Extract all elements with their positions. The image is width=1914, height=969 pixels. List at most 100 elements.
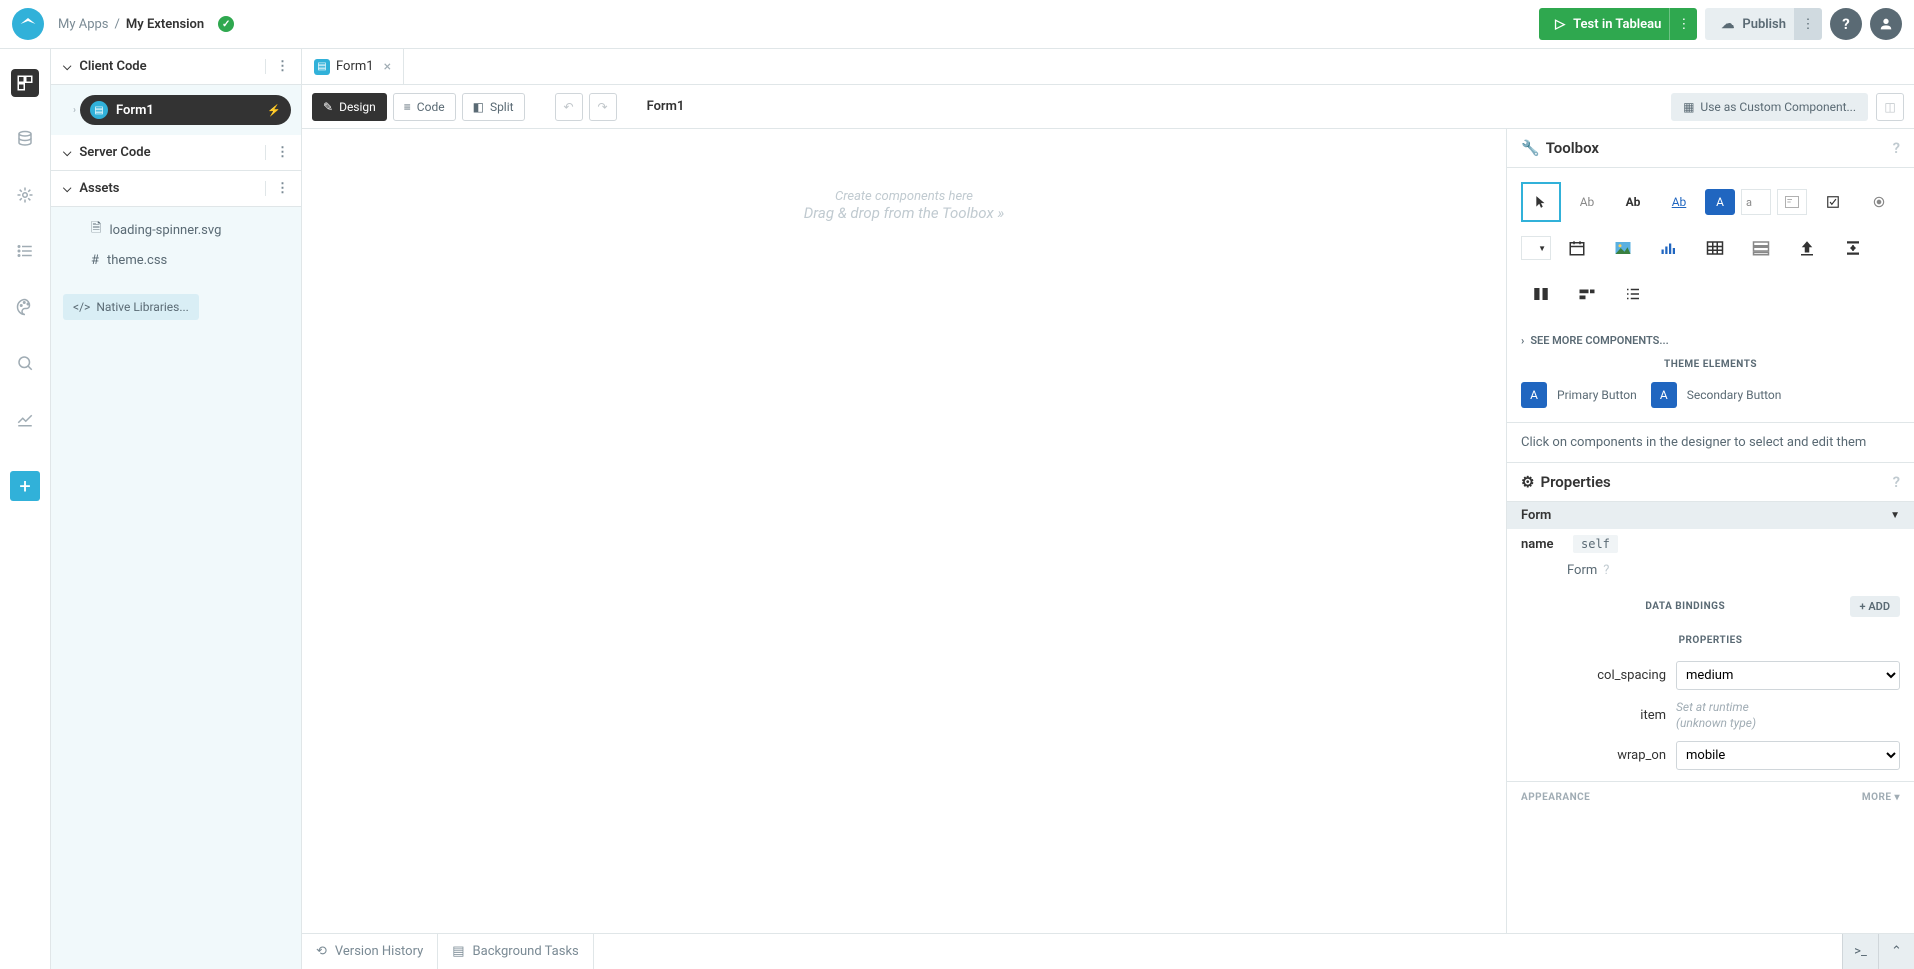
- app-logo[interactable]: [12, 8, 44, 40]
- redo-button[interactable]: ↷: [589, 93, 617, 121]
- help-icon[interactable]: ?: [1893, 139, 1900, 157]
- theme-secondary-button[interactable]: A Secondary Button: [1651, 382, 1782, 408]
- form-icon: ▤: [90, 101, 108, 119]
- publish-button[interactable]: ☁ Publish: [1705, 8, 1802, 40]
- console-button[interactable]: >_: [1842, 934, 1878, 969]
- chevron-down-icon: ⌵: [63, 60, 71, 74]
- tool-column-panel[interactable]: [1521, 274, 1561, 314]
- form-type-label: Form ?: [1507, 559, 1914, 588]
- col-spacing-label: col_spacing: [1521, 668, 1666, 683]
- tool-checkbox[interactable]: [1813, 182, 1853, 222]
- more-icon[interactable]: ⋮: [265, 145, 289, 160]
- rail-chart-icon[interactable]: [11, 405, 39, 433]
- tool-button[interactable]: A: [1705, 189, 1735, 215]
- prop-name-value[interactable]: self: [1573, 535, 1618, 553]
- background-tasks-button[interactable]: ▤ Background Tasks: [438, 934, 594, 969]
- assets-header[interactable]: ⌵ Assets ⋮: [51, 171, 301, 207]
- tool-label-bold[interactable]: Ab: [1613, 182, 1653, 222]
- appearance-more-button[interactable]: MORE ▾: [1862, 792, 1900, 803]
- split-mode-button[interactable]: ◧ Split: [462, 93, 525, 121]
- canvas-placeholder: Create components here Drag & drop from …: [302, 189, 1506, 222]
- breadcrumb-current[interactable]: My Extension: [126, 17, 204, 32]
- version-history-button[interactable]: ⟲ Version History: [302, 934, 438, 969]
- toolbox-info-text: Click on components in the designer to s…: [1507, 422, 1914, 462]
- wrap-on-label: wrap_on: [1521, 748, 1666, 763]
- help-button[interactable]: ?: [1830, 8, 1862, 40]
- tool-repeating-panel[interactable]: [1741, 228, 1781, 268]
- toolbox-header: 🔧 Toolbox ?: [1507, 129, 1914, 168]
- breadcrumb-separator: /: [115, 17, 120, 32]
- code-mode-button[interactable]: ≡ Code: [393, 93, 456, 121]
- appearance-header: APPEARANCE: [1521, 792, 1590, 803]
- properties-header: ⚙ Properties ?: [1507, 462, 1914, 502]
- rail-app-browser-icon[interactable]: [11, 69, 39, 97]
- chevron-right-icon: ›: [1521, 334, 1524, 347]
- client-code-header[interactable]: ⌵ Client Code ⋮: [51, 49, 301, 85]
- tool-datagrid[interactable]: [1695, 228, 1735, 268]
- chevron-down-icon: ⌵: [63, 146, 71, 160]
- account-button[interactable]: [1870, 8, 1902, 40]
- design-mode-button[interactable]: ✎ Design: [312, 93, 387, 121]
- rail-settings-icon[interactable]: [11, 181, 39, 209]
- native-libraries-button[interactable]: </> Native Libraries...: [63, 294, 199, 320]
- rail-list-icon[interactable]: [11, 237, 39, 265]
- theme-elements-header: THEME ELEMENTS: [1507, 353, 1914, 376]
- add-data-binding-button[interactable]: + ADD: [1850, 596, 1900, 617]
- test-in-tableau-button[interactable]: ▷ Test in Tableau: [1539, 8, 1677, 40]
- caret-down-icon: ▼: [1890, 510, 1900, 521]
- undo-button[interactable]: ↶: [555, 93, 583, 121]
- rail-database-icon[interactable]: [11, 125, 39, 153]
- design-canvas[interactable]: Create components here Drag & drop from …: [302, 129, 1506, 969]
- theme-primary-button[interactable]: A Primary Button: [1521, 382, 1637, 408]
- rail-add-button[interactable]: +: [10, 471, 40, 501]
- tool-plot[interactable]: [1649, 228, 1689, 268]
- tree-item-form1[interactable]: ▤ Form1 ⚡: [80, 95, 291, 125]
- rail-theme-icon[interactable]: [11, 293, 39, 321]
- help-icon[interactable]: ?: [1603, 563, 1609, 578]
- asset-theme-css[interactable]: # theme.css: [51, 247, 301, 274]
- wrap-on-select[interactable]: mobile: [1676, 741, 1900, 770]
- tool-link[interactable]: Ab: [1659, 182, 1699, 222]
- tool-radio[interactable]: [1859, 182, 1899, 222]
- server-code-header[interactable]: ⌵ Server Code ⋮: [51, 135, 301, 171]
- tool-textarea[interactable]: [1777, 189, 1807, 215]
- tool-image[interactable]: [1603, 228, 1643, 268]
- rail-search-icon[interactable]: [11, 349, 39, 377]
- tool-spacer[interactable]: [1833, 228, 1873, 268]
- close-icon[interactable]: ×: [384, 59, 391, 75]
- collapse-button[interactable]: ⌃: [1878, 934, 1914, 969]
- tool-pointer[interactable]: [1521, 182, 1561, 222]
- tree-expand-arrow[interactable]: ›: [73, 105, 76, 116]
- tasks-icon: ▤: [452, 944, 464, 959]
- play-icon: ▷: [1555, 17, 1565, 32]
- use-as-custom-component-button[interactable]: ▦ Use as Custom Component...: [1671, 93, 1868, 121]
- publish-dropdown-button[interactable]: ⋮: [1794, 8, 1822, 40]
- tool-textbox[interactable]: a: [1741, 189, 1771, 215]
- data-bindings-header: DATA BINDINGS: [1521, 601, 1850, 612]
- wrench-icon: 🔧: [1521, 139, 1540, 157]
- tool-flow-panel[interactable]: [1567, 274, 1607, 314]
- component-type-selector[interactable]: Form ▼: [1507, 502, 1914, 529]
- split-icon: ◧: [473, 100, 484, 114]
- more-icon[interactable]: ⋮: [265, 59, 289, 74]
- tool-fileloader[interactable]: [1787, 228, 1827, 268]
- breadcrumb-parent[interactable]: My Apps: [58, 17, 109, 32]
- status-check-icon: ✓: [218, 16, 234, 32]
- file-icon: 🗎: [91, 219, 101, 241]
- more-icon[interactable]: ⋮: [265, 181, 289, 196]
- tab-form1[interactable]: ▤ Form1 ×: [302, 49, 404, 84]
- tool-dropdown[interactable]: ▼: [1521, 236, 1551, 260]
- test-dropdown-button[interactable]: ⋮: [1669, 8, 1697, 40]
- form-title: Form1: [647, 99, 685, 114]
- see-more-components[interactable]: › SEE MORE COMPONENTS...: [1507, 328, 1914, 353]
- form-icon: ▤: [314, 59, 330, 75]
- asset-loading-spinner[interactable]: 🗎 loading-spinner.svg: [51, 213, 301, 247]
- tool-xy-panel[interactable]: [1613, 274, 1653, 314]
- col-spacing-select[interactable]: medium: [1676, 661, 1900, 690]
- chevron-right-icon: »: [997, 204, 1004, 222]
- layout-toggle-button[interactable]: ◫: [1876, 93, 1904, 121]
- item-label: item: [1521, 708, 1666, 723]
- help-icon[interactable]: ?: [1893, 473, 1900, 491]
- tool-label[interactable]: Ab: [1567, 182, 1607, 222]
- tool-datepicker[interactable]: [1557, 228, 1597, 268]
